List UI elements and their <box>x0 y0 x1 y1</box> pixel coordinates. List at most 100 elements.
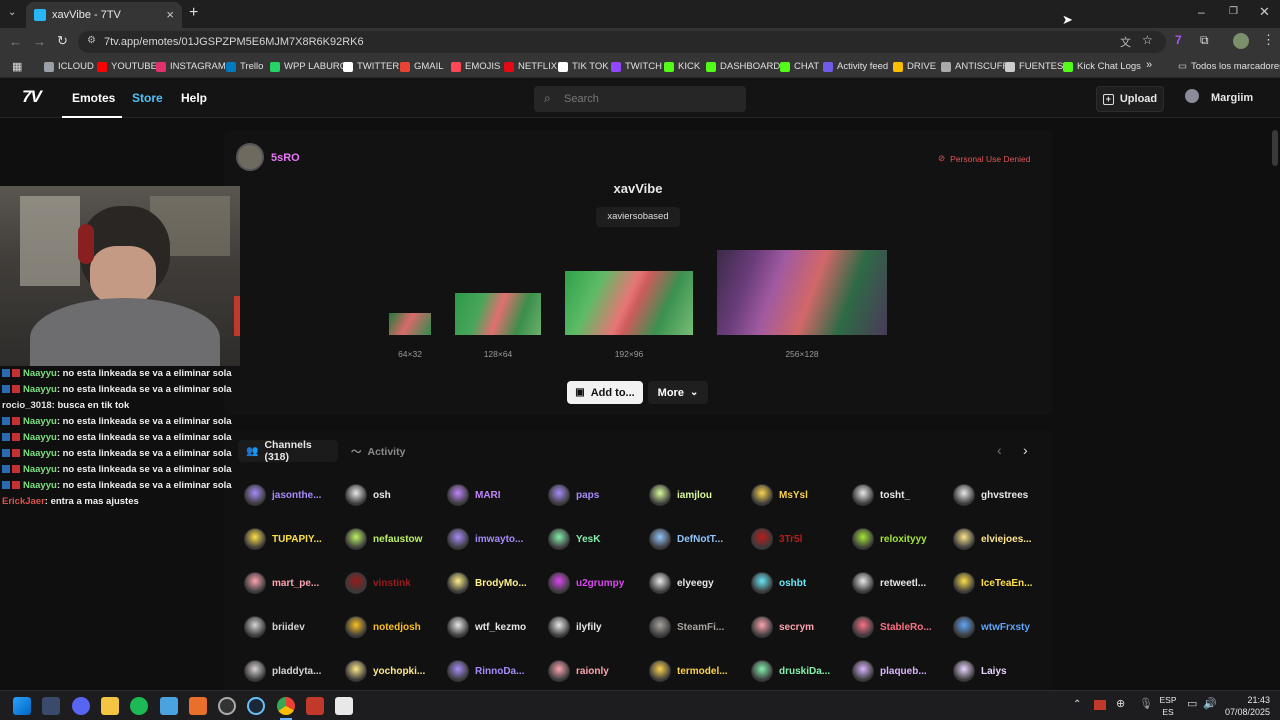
channel-item[interactable]: pladdyta... <box>244 660 321 682</box>
channel-item[interactable]: IceTeaEn... <box>953 572 1033 594</box>
user-avatar[interactable] <box>1185 89 1199 103</box>
channel-item[interactable]: Laiys <box>953 660 1007 682</box>
emote-preview-128[interactable] <box>455 293 541 335</box>
channel-item[interactable]: imwayto... <box>447 528 523 550</box>
owner-name[interactable]: 5sRO <box>271 152 300 164</box>
channel-item[interactable]: wtf_kezmo <box>447 616 526 638</box>
obs-icon[interactable] <box>218 697 236 715</box>
more-bookmarks-chevron-icon[interactable]: » <box>1146 59 1152 71</box>
channel-item[interactable]: MARI <box>447 484 501 506</box>
channel-item[interactable]: vinstink <box>345 572 411 594</box>
app-window-icon[interactable] <box>335 697 353 715</box>
window-minimize-icon[interactable]: – <box>1198 5 1205 19</box>
forward-arrow-icon[interactable]: → <box>33 34 46 49</box>
notepad-icon[interactable] <box>160 697 178 715</box>
channel-item[interactable]: elviejoes... <box>953 528 1032 550</box>
tray-network-icon[interactable]: ⊕ <box>1116 697 1125 710</box>
bookmark-item[interactable]: TWITTER <box>343 61 399 72</box>
tray-display-icon[interactable]: ▭ <box>1187 697 1197 710</box>
channel-item[interactable]: termodel... <box>649 660 728 682</box>
seventv-logo-icon[interactable]: 7V <box>22 87 42 107</box>
spotify-icon[interactable] <box>130 697 148 715</box>
channel-item[interactable]: raionly <box>548 660 609 682</box>
bookmark-item[interactable]: FUENTES <box>1005 61 1063 72</box>
channel-item[interactable]: druskiDa... <box>751 660 830 682</box>
brave-icon[interactable] <box>189 697 207 715</box>
channel-item[interactable]: wtwFrxsty <box>953 616 1030 638</box>
activity-tab[interactable]: 〜 Activity <box>351 444 405 459</box>
channel-item[interactable]: briidev <box>244 616 305 638</box>
browser-tab[interactable]: xavVibe - 7TV × <box>26 2 182 28</box>
bookmark-star-icon[interactable]: ☆ <box>1142 33 1153 47</box>
steam-icon[interactable] <box>247 697 265 715</box>
channel-item[interactable]: yochopki... <box>345 660 425 682</box>
channel-item[interactable]: secrym <box>751 616 814 638</box>
browser-menu-icon[interactable]: ⋮ <box>1262 32 1275 48</box>
bookmark-item[interactable]: CHAT <box>780 61 819 72</box>
reload-icon[interactable]: ↻ <box>57 33 68 49</box>
channel-item[interactable]: DefNotT... <box>649 528 723 550</box>
apps-grid-icon[interactable]: ▦ <box>12 60 22 73</box>
emote-preview-64[interactable] <box>389 313 431 335</box>
seventv-extension-icon[interactable]: 7 <box>1175 33 1182 47</box>
channel-item[interactable]: osh <box>345 484 391 506</box>
bookmark-item[interactable]: NETFLIX <box>504 61 557 72</box>
channel-item[interactable]: tosht_ <box>852 484 910 506</box>
profile-avatar-icon[interactable] <box>1233 33 1249 49</box>
channel-item[interactable]: nefaustow <box>345 528 422 550</box>
extensions-puzzle-icon[interactable]: ⧉ <box>1200 33 1209 48</box>
bookmark-item[interactable]: DRIVE <box>893 61 936 72</box>
bookmark-item[interactable]: ICLOUD <box>44 61 94 72</box>
channel-item[interactable]: paps <box>548 484 599 506</box>
bookmark-item[interactable]: DASHBOARD <box>706 61 780 72</box>
streaming-app-icon[interactable] <box>306 697 324 715</box>
bookmark-item[interactable]: KICK <box>664 61 700 72</box>
system-clock[interactable]: 21:43 07/08/2025 <box>1222 694 1270 718</box>
channel-item[interactable]: BrodyMo... <box>447 572 527 594</box>
channel-item[interactable]: MsYsl <box>751 484 808 506</box>
channel-item[interactable]: retweetl... <box>852 572 926 594</box>
bookmark-item[interactable]: EMOJIS <box>451 61 500 72</box>
channel-item[interactable]: mart_pe... <box>244 572 319 594</box>
channel-item[interactable]: oshbt <box>751 572 806 594</box>
search-input[interactable]: ⌕ Search <box>534 86 746 112</box>
tab-list-chevron-icon[interactable]: ⌄ <box>8 7 16 18</box>
discord-icon[interactable] <box>72 697 90 715</box>
language-indicator[interactable]: ESP ES <box>1158 694 1178 718</box>
username-label[interactable]: Margiim <box>1211 92 1253 104</box>
tab-close-icon[interactable]: × <box>166 7 174 22</box>
tray-volume-icon[interactable]: 🔊 <box>1203 697 1217 710</box>
emote-preview-192[interactable] <box>565 271 693 335</box>
emote-preview-256[interactable] <box>717 250 887 335</box>
task-view-icon[interactable] <box>42 697 60 715</box>
channel-item[interactable]: SteamFi... <box>649 616 724 638</box>
tray-app-icon[interactable] <box>1094 700 1106 710</box>
emote-tag[interactable]: xaviersobased <box>596 207 680 227</box>
page-scrollbar[interactable] <box>1272 118 1278 690</box>
bookmark-item[interactable]: Kick Chat Logs <box>1063 61 1141 72</box>
new-tab-plus-icon[interactable]: + <box>189 4 198 22</box>
page-prev-chevron-icon[interactable]: ‹ <box>997 442 1002 458</box>
owner-avatar[interactable] <box>236 143 264 171</box>
more-button[interactable]: More ⌄ <box>648 381 708 404</box>
site-info-icon[interactable]: ⚙ <box>87 35 96 46</box>
channel-item[interactable]: TUPAPIY... <box>244 528 322 550</box>
chrome-icon[interactable] <box>277 697 295 715</box>
channel-item[interactable]: StableRo... <box>852 616 932 638</box>
windows-start-icon[interactable] <box>13 697 31 715</box>
channel-item[interactable]: ilyfily <box>548 616 602 638</box>
channel-item[interactable]: ghvstrees <box>953 484 1028 506</box>
add-to-button[interactable]: ▣ Add to... <box>567 381 643 404</box>
nav-store[interactable]: Store <box>132 91 163 105</box>
channel-item[interactable]: reloxityyy <box>852 528 927 550</box>
bookmark-item[interactable]: INSTAGRAM <box>156 61 226 72</box>
channel-item[interactable]: RinnoDa... <box>447 660 524 682</box>
bookmark-item[interactable]: YOUTUBE <box>97 61 157 72</box>
bookmark-item[interactable]: GMAIL <box>400 61 444 72</box>
channel-item[interactable]: jasonthe... <box>244 484 321 506</box>
bookmark-item[interactable]: TIK TOK <box>558 61 609 72</box>
nav-emotes[interactable]: Emotes <box>72 91 115 105</box>
back-arrow-icon[interactable]: ← <box>9 34 22 49</box>
bookmark-item[interactable]: WPP LABURO <box>270 61 347 72</box>
address-bar[interactable]: ⚙ 7tv.app/emotes/01JGSPZPM5E6MJM7X8R6K92… <box>78 31 1166 53</box>
